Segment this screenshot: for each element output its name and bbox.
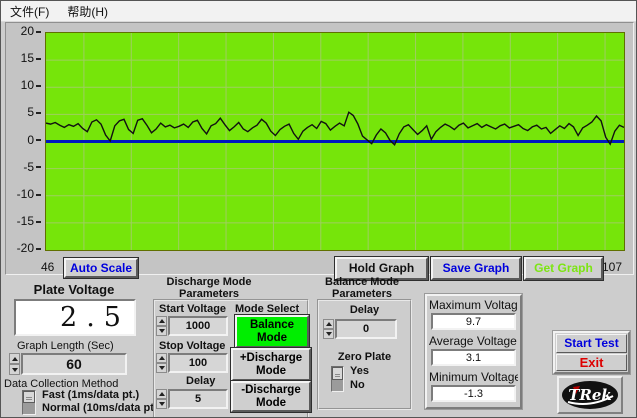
zero-plate-no-label[interactable]: No <box>350 379 365 391</box>
graph-length-increment-button[interactable] <box>9 353 20 364</box>
down-arrow-icon <box>12 368 18 372</box>
switch-handle[interactable] <box>23 391 35 403</box>
trek-logo-icon: TRek <box>560 379 620 411</box>
minimum-voltage-label: Minimum Voltage <box>429 370 518 384</box>
up-arrow-icon <box>159 392 165 396</box>
discharge-title-line1: Discharge Mode <box>149 276 269 288</box>
zero-plate-switch[interactable] <box>331 366 344 392</box>
stop-voltage-label: Stop Voltage <box>159 340 235 352</box>
down-arrow-icon <box>159 329 165 333</box>
save-graph-button[interactable]: Save Graph <box>431 257 521 280</box>
fast-option-label[interactable]: Fast (1ms/data pt.) <box>42 389 139 401</box>
data-collection-switch[interactable] <box>22 390 36 415</box>
voltage-graph-svg <box>46 33 624 250</box>
y-axis-labels: 20151050-5-10-15-20 <box>5 32 41 249</box>
graph-length-value[interactable]: 60 <box>21 353 127 375</box>
graph-length-label: Graph Length (Sec) <box>17 340 114 352</box>
menu-help[interactable]: 帮助(H) <box>58 1 117 22</box>
start-voltage-value[interactable]: 1000 <box>168 316 228 336</box>
maximum-voltage-value: 9.7 <box>431 313 516 330</box>
up-arrow-icon <box>159 319 165 323</box>
stop-voltage-spinner: 100 <box>156 353 228 373</box>
discharge-delay-label: Delay <box>186 375 215 387</box>
balance-delay-value[interactable]: 0 <box>335 319 397 339</box>
y-axis-tick-label: 5 <box>5 106 41 119</box>
down-arrow-icon <box>326 332 332 336</box>
balance-delay-increment-button[interactable] <box>323 319 334 329</box>
auto-scale-button[interactable]: Auto Scale <box>64 258 138 278</box>
voltage-graph[interactable] <box>45 32 625 251</box>
zero-plate-yes-label[interactable]: Yes <box>350 365 369 377</box>
svg-text:TRek: TRek <box>568 386 612 404</box>
down-arrow-icon <box>159 366 165 370</box>
balance-delay-decrement-button[interactable] <box>323 329 334 339</box>
positive-discharge-mode-button[interactable]: +Discharge Mode <box>231 348 311 381</box>
start-voltage-decrement-button[interactable] <box>156 326 167 336</box>
normal-option-label[interactable]: Normal (10ms/data pt.) <box>42 402 153 414</box>
stop-voltage-decrement-button[interactable] <box>156 363 167 373</box>
graph-length-spinner: 60 <box>9 353 127 375</box>
y-axis-tick-label: 10 <box>5 79 41 92</box>
balance-title-line1: Balance Mode <box>306 276 418 288</box>
y-axis-tick-label: 0 <box>5 134 41 147</box>
y-axis-tick-label: 15 <box>5 52 41 65</box>
average-voltage-label: Average Voltage <box>429 334 518 348</box>
minimum-voltage-value: -1.3 <box>431 385 516 402</box>
stop-voltage-increment-button[interactable] <box>156 353 167 363</box>
balance-delay-spinner: 0 <box>323 319 397 339</box>
y-axis-tick-label: -10 <box>5 188 41 201</box>
start-voltage-spinner: 1000 <box>156 316 228 336</box>
menu-file[interactable]: 文件(F) <box>1 1 58 22</box>
zero-plate-label: Zero Plate <box>317 351 412 363</box>
y-axis-tick-label: -20 <box>5 242 41 255</box>
menu-bar: 文件(F) 帮助(H) <box>1 1 636 22</box>
down-arrow-icon <box>159 402 165 406</box>
start-voltage-increment-button[interactable] <box>156 316 167 326</box>
y-axis-tick-label: -5 <box>5 161 41 174</box>
start-test-button[interactable]: Start Test <box>556 334 627 353</box>
app-window: 文件(F) 帮助(H) 20 15 10 5 0 -5 -10 -15 -20 46 107 A… <box>0 0 637 418</box>
maximum-voltage-label: Maximum Voltage <box>429 298 518 312</box>
get-graph-button[interactable]: Get Graph <box>524 257 603 280</box>
up-arrow-icon <box>12 357 18 361</box>
average-voltage-value: 3.1 <box>431 349 516 366</box>
y-axis-tick-label: -15 <box>5 215 41 228</box>
balance-delay-label: Delay <box>317 304 412 316</box>
start-voltage-label: Start Voltage <box>159 303 226 315</box>
up-arrow-icon <box>159 356 165 360</box>
delay-decrement-button[interactable] <box>156 399 167 409</box>
stop-voltage-value[interactable]: 100 <box>168 353 228 373</box>
plate-voltage-label: Plate Voltage <box>7 282 141 297</box>
up-arrow-icon <box>326 322 332 326</box>
y-axis-tick-label: 20 <box>5 25 41 38</box>
delay-increment-button[interactable] <box>156 389 167 399</box>
negative-discharge-mode-button[interactable]: -Discharge Mode <box>231 381 311 412</box>
x-axis-end-label: 107 <box>602 260 622 274</box>
balance-mode-button[interactable]: Balance Mode <box>235 315 309 348</box>
switch-handle[interactable] <box>332 367 343 380</box>
exit-button[interactable]: Exit <box>556 354 627 371</box>
graph-length-decrement-button[interactable] <box>9 364 20 375</box>
discharge-delay-spinner: 5 <box>156 389 228 409</box>
mode-select-label: Mode Select <box>235 303 299 315</box>
trek-logo: TRek <box>557 376 623 414</box>
discharge-delay-value[interactable]: 5 <box>168 389 228 409</box>
plate-voltage-display: 2.5 <box>14 299 136 336</box>
x-axis-start-label: 46 <box>41 260 54 274</box>
